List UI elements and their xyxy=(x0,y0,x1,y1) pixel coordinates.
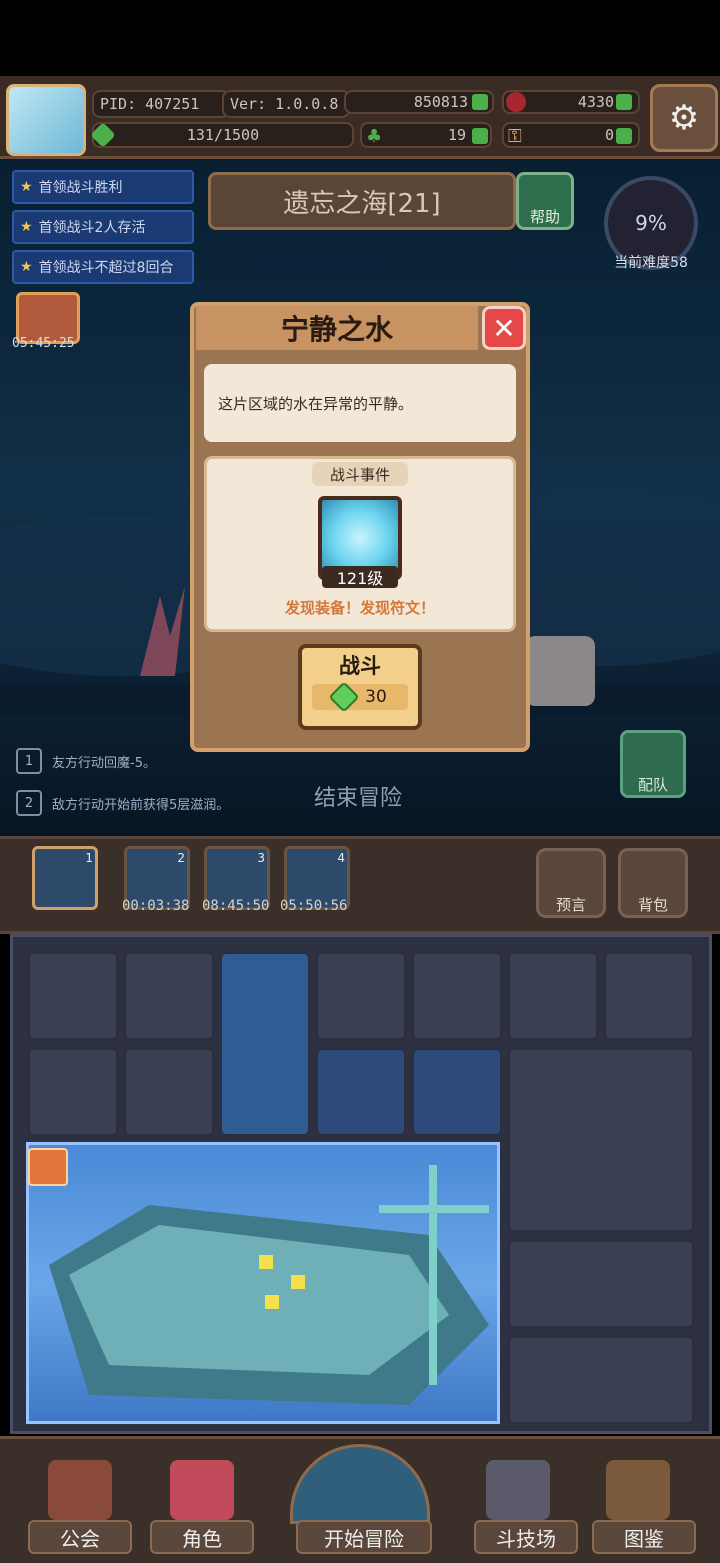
modal-description: 这片区域的水在异常的平静。 xyxy=(204,364,516,442)
team-label: 配队 xyxy=(637,776,668,794)
slot-number: 3 xyxy=(257,851,265,865)
quest-text: 首领战斗2人存活 xyxy=(38,220,146,236)
add-clover-icon[interactable] xyxy=(472,128,488,144)
add-key-icon[interactable] xyxy=(616,128,632,144)
shipwreck-tile[interactable] xyxy=(26,1142,500,1424)
shipwreck-art xyxy=(49,1165,489,1405)
slot-number: 1 xyxy=(85,851,93,865)
help-button[interactable]: 帮助 xyxy=(516,172,574,230)
quest-item: ★ 首领战斗不超过8回合 xyxy=(12,250,194,284)
zone-title: 遗忘之海[21] xyxy=(208,172,516,230)
pillar-tile[interactable] xyxy=(220,952,310,1136)
version-label: Ver: 1.0.0.8 xyxy=(222,90,350,118)
map-tile[interactable] xyxy=(124,1048,214,1136)
map-tile[interactable] xyxy=(28,952,118,1040)
fight-label: 战斗 xyxy=(339,654,381,678)
rule-text: 友方行动回魔-5。 xyxy=(52,755,156,771)
adventure-slot[interactable]: 1 xyxy=(32,846,98,910)
character-icon[interactable] xyxy=(170,1460,234,1520)
map-tile[interactable] xyxy=(412,1048,502,1136)
slot-timer: 05:50:56 xyxy=(280,898,348,914)
slot-timer: 00:03:38 xyxy=(122,898,190,914)
player-avatar[interactable] xyxy=(6,84,86,156)
clover-icon: ♣ xyxy=(366,126,383,147)
difficulty-label: 当前难度58 xyxy=(614,255,688,271)
map-tile[interactable] xyxy=(316,1048,406,1136)
energy-bar: 131/1500 xyxy=(92,122,354,148)
slot-number: 4 xyxy=(337,851,345,865)
map-tile[interactable] xyxy=(28,1048,118,1136)
rule-text: 敌方行动开始前获得5层滋润。 xyxy=(52,797,230,813)
nav-codex[interactable]: 图鉴 xyxy=(592,1520,696,1554)
close-icon[interactable]: ✕ xyxy=(482,306,526,350)
red-currency-value: 4330 xyxy=(577,93,614,111)
difficulty-percent: 9% xyxy=(635,211,667,235)
gift-timer: 05:45:25 xyxy=(12,336,75,351)
bag-label: 背包 xyxy=(637,896,668,914)
settings-gear-icon[interactable]: ⚙ xyxy=(650,84,718,152)
found-text: 发现装备！发现符文！ xyxy=(284,598,435,617)
team-button[interactable]: 配队 xyxy=(620,730,686,798)
map-tile[interactable] xyxy=(508,1336,694,1424)
end-adventure-button[interactable]: 结束冒险 xyxy=(298,748,418,812)
add-red-currency-icon[interactable] xyxy=(616,94,632,110)
map-tile[interactable] xyxy=(316,952,406,1040)
energy-value: 131/1500 xyxy=(186,126,260,144)
map-tile[interactable] xyxy=(412,952,502,1040)
prophecy-button[interactable]: 预言 xyxy=(536,848,606,918)
status-bar xyxy=(0,0,720,76)
item-level: 121级 xyxy=(322,566,398,588)
energy-gem-icon xyxy=(328,681,360,713)
rule-number: 1 xyxy=(16,748,42,774)
key-icon: ⚿ xyxy=(508,126,522,147)
fight-cost: 30 xyxy=(312,681,408,713)
quest-item: ★ 首领战斗2人存活 xyxy=(12,210,194,244)
fight-cost-value: 30 xyxy=(365,687,387,707)
slot-timer: 08:45:50 xyxy=(202,898,270,914)
adventure-slot-bar xyxy=(0,836,720,934)
red-gem-icon xyxy=(506,92,526,112)
quest-item: ★ 首领战斗胜利 xyxy=(12,170,194,204)
star-icon: ★ xyxy=(20,259,33,275)
star-icon: ★ xyxy=(20,179,33,195)
map-tile[interactable] xyxy=(508,952,598,1040)
guild-icon[interactable] xyxy=(48,1460,112,1520)
star-icon: ★ xyxy=(20,219,33,235)
quest-text: 首领战斗胜利 xyxy=(38,180,123,196)
help-label: 帮助 xyxy=(529,208,560,226)
nav-character[interactable]: 角色 xyxy=(150,1520,254,1554)
gold-value: 850813 xyxy=(413,93,468,111)
key-value: 0 xyxy=(604,126,614,144)
camp-marker-icon[interactable] xyxy=(28,1148,68,1186)
add-gold-icon[interactable] xyxy=(472,94,488,110)
nav-start-adventure[interactable]: 开始冒险 xyxy=(296,1520,432,1554)
prophecy-label: 预言 xyxy=(555,896,586,914)
nav-arena[interactable]: 斗技场 xyxy=(474,1520,578,1554)
clover-value: 19 xyxy=(447,126,466,144)
rule-number: 2 xyxy=(16,790,42,816)
modal-title: 宁静之水 xyxy=(196,306,478,350)
map-tile[interactable] xyxy=(124,952,214,1040)
bag-button[interactable]: 背包 xyxy=(618,848,688,918)
quest-text: 首领战斗不超过8回合 xyxy=(38,260,174,276)
event-type-label: 战斗事件 xyxy=(312,462,408,486)
codex-icon[interactable] xyxy=(606,1460,670,1520)
map-tile[interactable] xyxy=(604,952,694,1040)
nav-guild[interactable]: 公会 xyxy=(28,1520,132,1554)
slot-number: 2 xyxy=(177,851,185,865)
pid-label: PID: 407251 xyxy=(92,90,230,118)
map-tile[interactable] xyxy=(508,1240,694,1328)
map-tile[interactable] xyxy=(508,1048,694,1232)
arena-swords-icon[interactable] xyxy=(486,1460,550,1520)
rule-item: 2 敌方行动开始前获得5层滋润。 xyxy=(16,790,229,816)
rule-item: 1 友方行动回魔-5。 xyxy=(16,748,156,774)
